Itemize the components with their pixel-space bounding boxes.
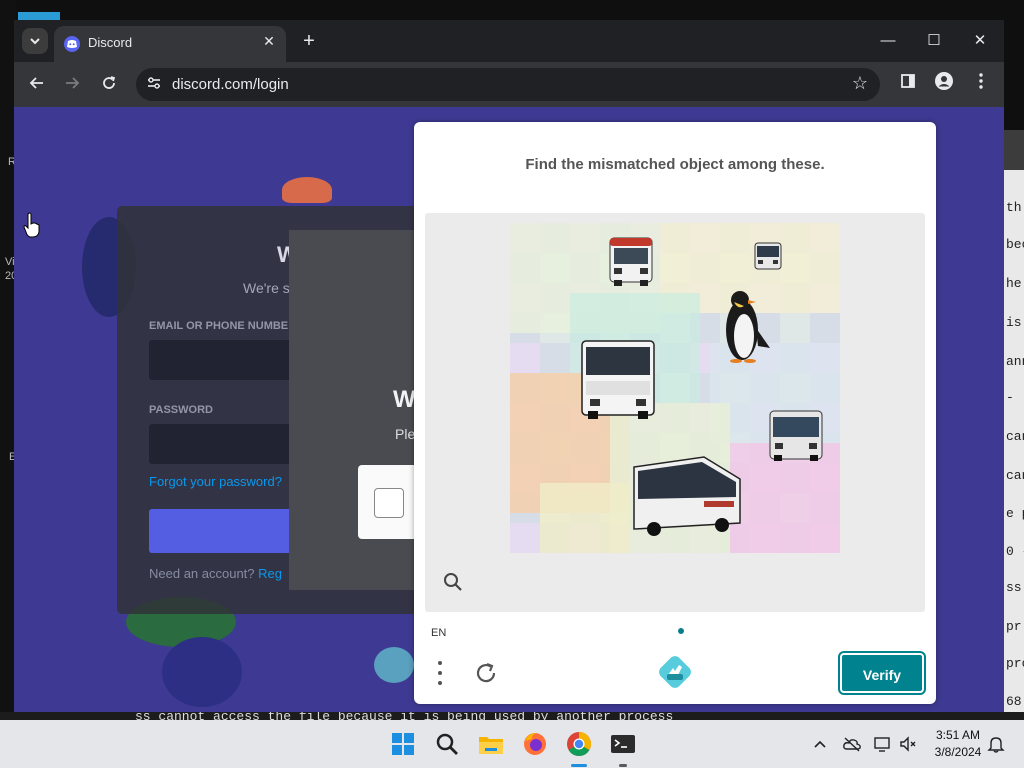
verify-modal-title: W [393,386,416,413]
tab-search-button[interactable] [22,28,48,54]
chevron-up-icon[interactable] [810,734,830,754]
arrow-right-icon [66,77,80,89]
register-link[interactable]: Reg [258,566,282,581]
login-subtitle: We're s [243,280,290,296]
terminal-window-edge: th bec he is ann - can can e p 0 - ss pr… [1004,170,1024,712]
reload-icon [103,76,116,89]
terminal-line: th [1006,200,1022,215]
captcha-image[interactable] [510,223,840,553]
terminal-line: e p [1006,506,1024,521]
hcaptcha-checkbox[interactable] [374,488,404,518]
windows-start-icon[interactable] [387,728,419,760]
refresh-icon[interactable] [472,659,500,687]
back-button[interactable] [24,72,50,98]
bus-icon[interactable] [581,340,655,419]
maximize-button[interactable]: ☐ [922,30,946,52]
background-decoration [282,177,332,203]
chevron-down-icon [30,38,40,45]
arrow-left-icon [29,77,43,89]
terminal-line: ss [1006,580,1022,595]
terminal-line: can [1006,468,1024,483]
menu-dots-icon[interactable] [434,659,446,687]
bus-icon[interactable] [769,410,823,461]
email-label: EMAIL OR PHONE NUMBE [149,320,289,332]
search-icon[interactable] [431,728,463,760]
reload-button[interactable] [96,72,122,98]
cloud-offline-icon[interactable] [842,734,862,754]
need-account-text: Need an account? Reg [149,566,282,581]
browser-toolbar: discord.com/login ☆ [14,62,1004,107]
forward-button[interactable] [59,72,85,98]
tab-discord[interactable]: Discord ✕ [54,26,286,62]
terminal-icon[interactable] [607,728,639,760]
firefox-icon[interactable] [519,728,551,760]
close-tab-icon[interactable]: ✕ [260,33,278,50]
tab-title: Discord [88,35,133,50]
tab-strip: Discord ✕ + — ☐ ✕ [14,20,1004,62]
verify-button[interactable]: Verify [838,651,926,695]
windows-taskbar: 3:51 AM 3/8/2024 [0,720,1024,768]
site-settings-icon[interactable] [144,75,164,95]
minimize-button[interactable]: — [876,30,900,52]
terminal-line: is [1006,315,1022,330]
verify-modal-subtitle: Ple [395,426,416,442]
page-dot [671,628,677,634]
address-bar[interactable]: discord.com/login ☆ [136,68,880,101]
terminal-line: pr [1006,619,1022,634]
terminal-line: ann [1006,354,1024,369]
new-tab-button[interactable]: + [296,28,322,54]
language-selector[interactable]: EN [431,627,446,639]
terminal-line: 68 [1006,694,1022,709]
captcha-challenge: Find the mismatched object among these. [414,122,936,704]
chrome-window: Discord ✕ + — ☐ ✕ discord.com/login ☆ W … [14,20,1004,712]
page-dot-active [678,628,684,634]
need-account-label: Need an account? [149,566,255,581]
terminal-line: bec [1006,237,1024,252]
terminal-line: he [1006,276,1022,291]
captcha-prompt: Find the mismatched object among these. [525,156,825,173]
chrome-icon[interactable] [563,728,595,760]
kebab-menu-icon[interactable] [968,72,994,98]
file-explorer-icon[interactable] [475,728,507,760]
bus-icon[interactable] [633,456,741,536]
hand-cursor-icon [22,212,42,238]
running-app-indicator [619,764,627,767]
terminal-line: pro [1006,656,1024,671]
page-viewport: W We're s EMAIL OR PHONE NUMBE PASSWORD … [14,107,1004,712]
discord-favicon-icon [64,36,80,52]
volume-muted-icon[interactable] [898,734,918,754]
captcha-image-area [425,213,925,612]
terminal-line: can [1006,429,1024,444]
zoom-icon[interactable] [442,571,464,593]
terminal-line: - [1006,390,1014,405]
background-decoration [162,637,242,707]
close-window-button[interactable]: ✕ [968,30,992,52]
bookmark-star-icon[interactable]: ☆ [852,73,868,94]
url-text: discord.com/login [172,76,289,93]
clock-time[interactable]: 3:51 AM [920,728,996,742]
password-label: PASSWORD [149,404,213,416]
bus-icon[interactable] [754,242,782,270]
side-panel-icon[interactable] [895,72,921,98]
active-app-indicator [571,764,587,767]
terminal-line: 0 - [1006,544,1024,559]
desktop-window-edge [18,12,60,20]
hcaptcha-logo-icon[interactable] [658,655,692,689]
clock-date[interactable]: 3/8/2024 [920,745,996,759]
network-icon[interactable] [873,734,893,754]
terminal-titlebar [1004,130,1024,170]
hcaptcha-widget [358,465,418,539]
profile-icon[interactable] [931,72,957,98]
bus-icon[interactable] [609,237,653,286]
background-decoration [374,647,414,683]
forgot-password-link[interactable]: Forgot your password? [149,474,282,489]
notification-bell-icon[interactable] [986,734,1006,754]
